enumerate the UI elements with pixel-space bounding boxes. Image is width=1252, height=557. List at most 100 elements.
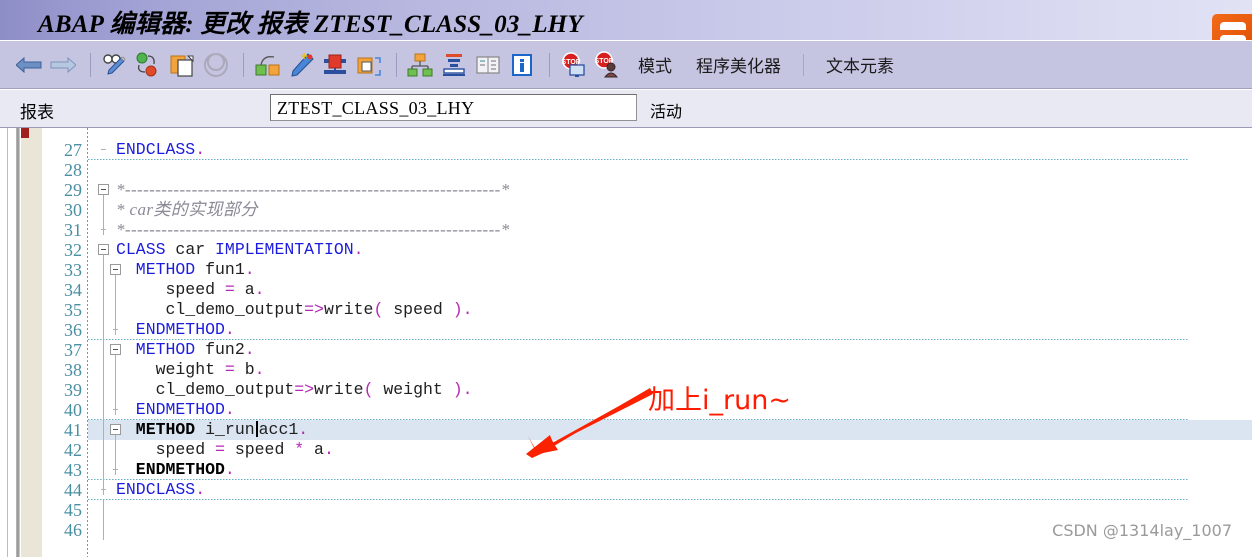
- code-token: =>: [294, 380, 315, 399]
- fold-end-tick: [113, 329, 118, 330]
- line-number: 45: [64, 500, 82, 520]
- code-token: .: [254, 360, 265, 379]
- menu-item-mode[interactable]: 模式: [638, 52, 672, 77]
- sap-logo: [1212, 14, 1252, 40]
- code-token: ENDCLASS: [116, 140, 196, 159]
- line-number-gutter: 27 28 29 30 31 32 33 34 35 36 37 38 39 40 41 42 43 44 45 46: [42, 128, 86, 557]
- statement-separator: [88, 159, 1188, 160]
- menu-item-pretty-printer[interactable]: 程序美化器: [696, 52, 781, 77]
- forward-arrow-icon[interactable]: [48, 50, 78, 80]
- code-token: ): [452, 300, 463, 319]
- debug-screen-icon[interactable]: STOP: [558, 50, 588, 80]
- bookmark-marker-top: [21, 128, 29, 138]
- line-number: 33: [64, 260, 82, 280]
- navigation-tree-icon[interactable]: [405, 50, 435, 80]
- code-token: (: [373, 300, 384, 319]
- other-object-icon[interactable]: [354, 50, 384, 80]
- fold-end-tick: [113, 469, 118, 470]
- fold-toggle-icon[interactable]: [110, 344, 121, 355]
- code-token: speed: [383, 300, 453, 319]
- report-name-value: ZTEST_CLASS_03_LHY: [277, 98, 475, 118]
- code-line[interactable]: ENDCLASS.: [116, 140, 205, 160]
- toolbar-divider: [90, 52, 91, 77]
- code-token: =>: [304, 300, 324, 319]
- debug-user-icon[interactable]: STOP: [592, 50, 622, 80]
- line-number: 35: [64, 300, 82, 320]
- code-token: *: [294, 440, 305, 459]
- line-number: 27: [64, 140, 82, 160]
- code-token: .: [195, 140, 206, 159]
- code-token: ENDMETHOD: [116, 320, 225, 339]
- code-line[interactable]: ENDMETHOD.: [116, 320, 235, 340]
- annotation-note-text: 加上i_run~: [648, 385, 791, 416]
- code-line[interactable]: METHOD fun2.: [116, 340, 255, 360]
- code-token: weight: [373, 380, 453, 399]
- outline-stack-icon[interactable]: [439, 50, 469, 80]
- code-token: ): [452, 380, 463, 399]
- check-syntax-icon[interactable]: [252, 50, 282, 80]
- activate-icon[interactable]: [320, 50, 350, 80]
- code-token: speed: [116, 440, 216, 459]
- code-line[interactable]: *---------------------------------------…: [116, 180, 510, 200]
- fold-toggle-icon[interactable]: [98, 184, 109, 195]
- pretty-printer-wand-icon[interactable]: [286, 50, 316, 80]
- code-token: METHOD: [116, 260, 196, 279]
- copy-object-icon[interactable]: [167, 50, 197, 80]
- page-title: ABAP 编辑器: 更改 报表 ZTEST_CLASS_03_LHY: [38, 11, 583, 38]
- code-line[interactable]: cl_demo_output=>write( speed ).: [116, 300, 473, 320]
- line-number: 46: [64, 520, 82, 540]
- toolbar-divider: [396, 52, 397, 77]
- pattern-spiral-icon[interactable]: [201, 50, 231, 80]
- code-token: METHOD: [116, 420, 196, 439]
- line-number: 40: [64, 400, 82, 420]
- code-token: cl_demo_output: [116, 300, 305, 319]
- window-title-bar: ABAP 编辑器: 更改 报表 ZTEST_CLASS_03_LHY: [0, 0, 1252, 41]
- code-line[interactable]: *---------------------------------------…: [116, 220, 510, 240]
- code-line[interactable]: METHOD fun1.: [116, 260, 255, 280]
- menu-item-text-elements[interactable]: 文本元素: [826, 52, 894, 77]
- code-token: *---------------------------------------…: [116, 220, 510, 239]
- code-token: speed: [116, 280, 225, 299]
- code-token: IMPLEMENTATION: [215, 240, 354, 259]
- code-line[interactable]: METHOD i_run acc1.: [116, 420, 308, 440]
- fold-toggle-icon[interactable]: [110, 264, 121, 275]
- fold-toggle-icon[interactable]: [98, 244, 109, 255]
- code-token: .: [323, 440, 334, 459]
- line-number: 29: [64, 180, 82, 200]
- display-change-icon[interactable]: [99, 50, 129, 80]
- bookmark-column[interactable]: [21, 128, 43, 557]
- line-number: 39: [64, 380, 82, 400]
- line-number: 42: [64, 440, 82, 460]
- code-content[interactable]: ENDCLASS. *------------------------------…: [88, 128, 1252, 557]
- code-token: *---------------------------------------…: [116, 180, 510, 199]
- code-token: * car类的实现部分: [116, 200, 258, 219]
- code-line[interactable]: ENDMETHOD.: [116, 460, 235, 480]
- toolbar-divider: [549, 52, 550, 77]
- code-line[interactable]: ENDCLASS.: [116, 480, 205, 500]
- report-name-input[interactable]: ZTEST_CLASS_03_LHY: [270, 94, 637, 121]
- code-token: b: [234, 360, 255, 379]
- fold-end-tick: [101, 489, 106, 490]
- code-token: fun1: [195, 260, 245, 279]
- back-arrow-icon[interactable]: [14, 50, 44, 80]
- code-token: .: [353, 240, 364, 259]
- code-line[interactable]: ENDMETHOD.: [116, 400, 235, 420]
- toolbar-divider: [243, 52, 244, 77]
- code-line[interactable]: * car类的实现部分: [116, 200, 258, 220]
- where-used-icon[interactable]: [133, 50, 163, 80]
- code-line[interactable]: speed = a.: [116, 280, 265, 300]
- watermark-text: CSDN @1314lay_1007: [1052, 521, 1232, 540]
- toolbar-divider: [803, 53, 804, 76]
- code-token: .: [254, 280, 265, 299]
- code-line[interactable]: CLASS car IMPLEMENTATION.: [116, 240, 364, 260]
- code-line[interactable]: weight = b.: [116, 360, 265, 380]
- info-icon[interactable]: [507, 50, 537, 80]
- fold-toggle-icon[interactable]: [110, 424, 121, 435]
- code-token: speed: [224, 440, 295, 459]
- code-token: cl_demo_output: [116, 380, 295, 399]
- code-editor[interactable]: 27 28 29 30 31 32 33 34 35 36 37 38 39 40 41 42 43 44 45 46…: [0, 128, 1252, 557]
- code-line[interactable]: cl_demo_output=>write( weight ).: [116, 380, 473, 400]
- split-screen-icon[interactable]: [473, 50, 503, 80]
- code-line[interactable]: speed = speed * a.: [116, 440, 334, 460]
- line-number: 44: [64, 480, 82, 500]
